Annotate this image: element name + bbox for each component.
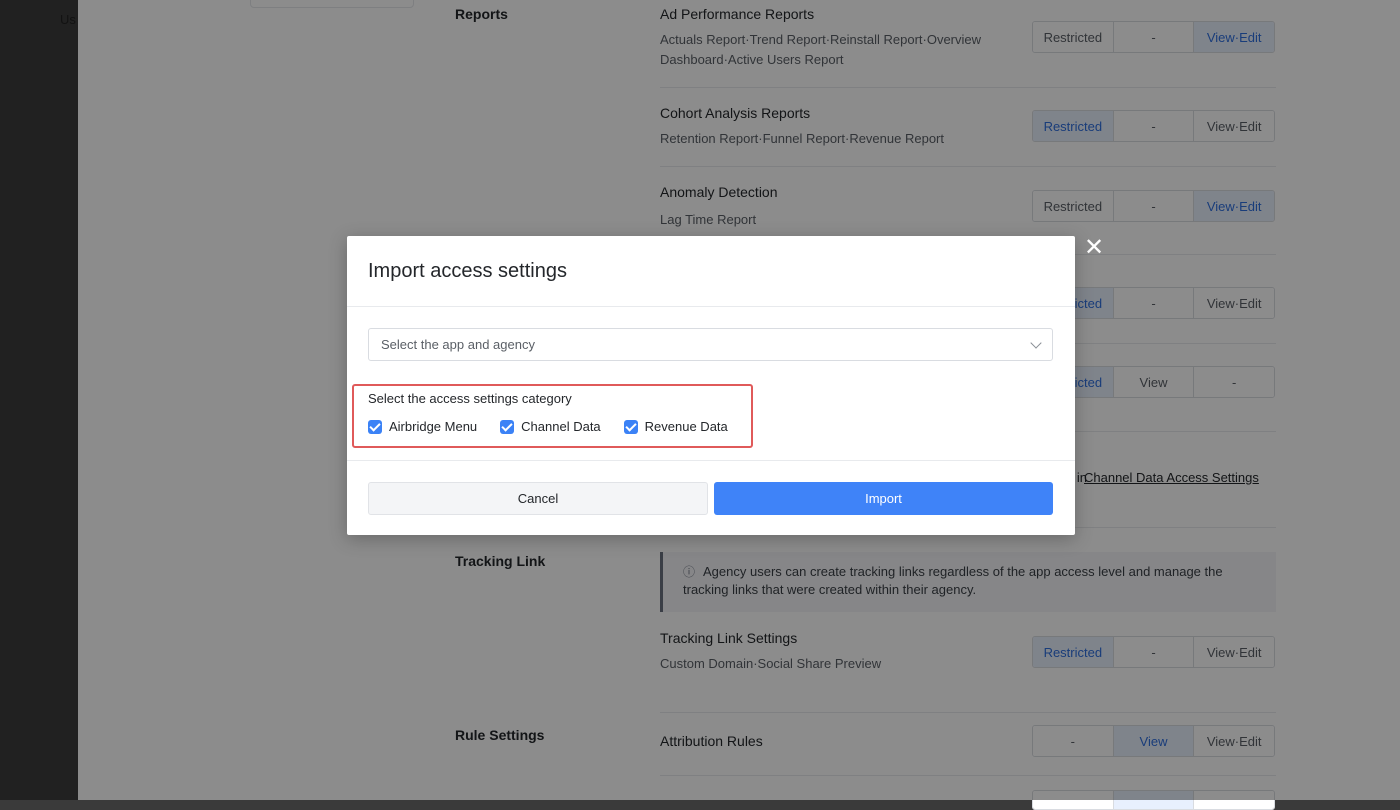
category-checkbox-group: Airbridge Menu Channel Data Revenue Data (368, 419, 751, 434)
import-button[interactable]: Import (714, 482, 1053, 515)
checkbox-label: Channel Data (521, 419, 601, 434)
checkbox-revenue-data[interactable]: Revenue Data (623, 419, 728, 434)
checkbox-checked-icon[interactable] (500, 419, 515, 434)
close-icon[interactable]: ✕ (1082, 236, 1106, 260)
checkbox-channel-data[interactable]: Channel Data (500, 419, 601, 434)
modal-footer: Cancel Import (347, 460, 1075, 536)
category-label: Select the access settings category (368, 391, 572, 406)
checkbox-checked-icon[interactable] (623, 419, 638, 434)
checkbox-airbridge-menu[interactable]: Airbridge Menu (368, 419, 477, 434)
chevron-down-icon (1030, 336, 1042, 349)
category-selection-highlight: Select the access settings category Airb… (352, 384, 753, 448)
import-access-settings-modal: Import access settings Select the app an… (347, 236, 1075, 535)
cancel-button[interactable]: Cancel (368, 482, 708, 515)
modal-title: Import access settings (368, 260, 567, 282)
checkbox-label: Airbridge Menu (389, 419, 478, 434)
modal-header: Import access settings (347, 236, 1075, 307)
select-placeholder: Select the app and agency (381, 337, 535, 352)
checkbox-checked-icon[interactable] (368, 419, 382, 434)
app-agency-select[interactable]: Select the app and agency (368, 328, 1053, 361)
checkbox-label: Revenue Data (644, 419, 728, 434)
